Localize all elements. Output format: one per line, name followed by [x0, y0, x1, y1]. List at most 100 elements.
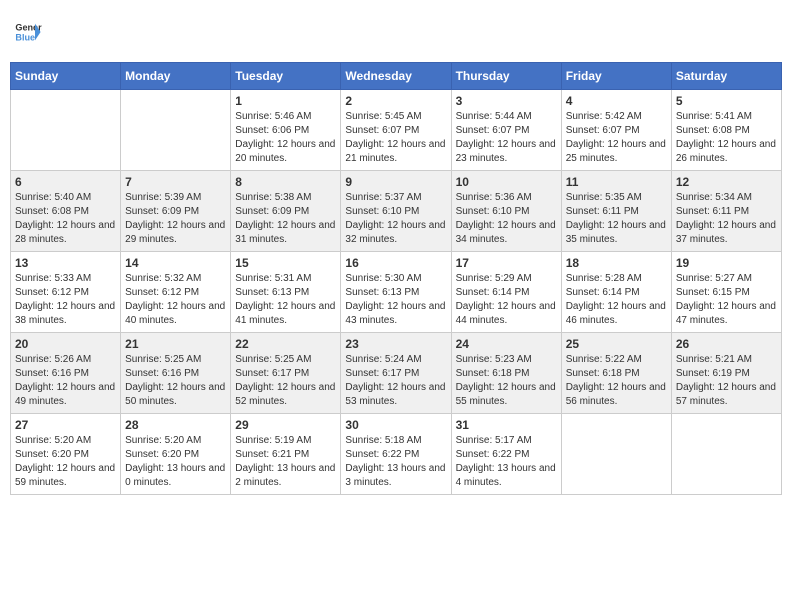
day-number: 19 [676, 256, 777, 270]
cell-content: Sunrise: 5:37 AMSunset: 6:10 PMDaylight:… [345, 191, 446, 247]
calendar-cell [121, 90, 231, 171]
day-number: 5 [676, 94, 777, 108]
day-number: 27 [15, 418, 116, 432]
calendar-cell: 4 Sunrise: 5:42 AMSunset: 6:07 PMDaylight… [561, 90, 671, 171]
day-number: 9 [345, 175, 446, 189]
cell-content: Sunrise: 5:32 AMSunset: 6:12 PMDaylight:… [125, 272, 226, 328]
logo: General Blue [14, 18, 42, 46]
calendar-cell: 1 Sunrise: 5:46 AMSunset: 6:06 PMDaylight… [231, 90, 341, 171]
calendar-cell: 22 Sunrise: 5:25 AMSunset: 6:17 PMDayligh… [231, 333, 341, 414]
cell-content: Sunrise: 5:35 AMSunset: 6:11 PMDaylight:… [566, 191, 667, 247]
cell-content: Sunrise: 5:46 AMSunset: 6:06 PMDaylight:… [235, 110, 336, 166]
day-number: 20 [15, 337, 116, 351]
calendar-cell: 14 Sunrise: 5:32 AMSunset: 6:12 PMDayligh… [121, 252, 231, 333]
cell-content: Sunrise: 5:33 AMSunset: 6:12 PMDaylight:… [15, 272, 116, 328]
day-number: 23 [345, 337, 446, 351]
cell-content: Sunrise: 5:40 AMSunset: 6:08 PMDaylight:… [15, 191, 116, 247]
cell-content: Sunrise: 5:21 AMSunset: 6:19 PMDaylight:… [676, 353, 777, 409]
day-header-wednesday: Wednesday [341, 63, 451, 90]
day-number: 25 [566, 337, 667, 351]
calendar-cell: 24 Sunrise: 5:23 AMSunset: 6:18 PMDayligh… [451, 333, 561, 414]
calendar-cell: 5Sunrise: 5:41 AMSunset: 6:08 PMDaylight… [671, 90, 781, 171]
calendar-cell: 13Sunrise: 5:33 AMSunset: 6:12 PMDayligh… [11, 252, 121, 333]
calendar-cell: 18 Sunrise: 5:28 AMSunset: 6:14 PMDayligh… [561, 252, 671, 333]
day-header-friday: Friday [561, 63, 671, 90]
day-number: 18 [566, 256, 667, 270]
day-number: 7 [125, 175, 226, 189]
day-number: 10 [456, 175, 557, 189]
calendar-cell [11, 90, 121, 171]
cell-content: Sunrise: 5:42 AMSunset: 6:07 PMDaylight:… [566, 110, 667, 166]
calendar-cell: 11 Sunrise: 5:35 AMSunset: 6:11 PMDayligh… [561, 171, 671, 252]
calendar-cell: 19 Sunrise: 5:27 AMSunset: 6:15 PMDayligh… [671, 252, 781, 333]
calendar-cell: 27 Sunrise: 5:20 AMSunset: 6:20 PMDayligh… [11, 414, 121, 495]
day-number: 4 [566, 94, 667, 108]
cell-content: Sunrise: 5:20 AMSunset: 6:20 PMDaylight:… [15, 434, 116, 490]
calendar-cell: 26 Sunrise: 5:21 AMSunset: 6:19 PMDayligh… [671, 333, 781, 414]
cell-content: Sunrise: 5:26 AMSunset: 6:16 PMDaylight:… [15, 353, 116, 409]
calendar-cell: 3 Sunrise: 5:44 AMSunset: 6:07 PMDaylight… [451, 90, 561, 171]
day-number: 11 [566, 175, 667, 189]
day-number: 14 [125, 256, 226, 270]
calendar-cell: 7 Sunrise: 5:39 AMSunset: 6:09 PMDaylight… [121, 171, 231, 252]
day-number: 24 [456, 337, 557, 351]
calendar-cell: 15 Sunrise: 5:31 AMSunset: 6:13 PMDayligh… [231, 252, 341, 333]
day-number: 3 [456, 94, 557, 108]
cell-content: Sunrise: 5:27 AMSunset: 6:15 PMDaylight:… [676, 272, 777, 328]
day-header-saturday: Saturday [671, 63, 781, 90]
day-number: 28 [125, 418, 226, 432]
cell-content: Sunrise: 5:25 AMSunset: 6:17 PMDaylight:… [235, 353, 336, 409]
calendar-cell: 17Sunrise: 5:29 AMSunset: 6:14 PMDayligh… [451, 252, 561, 333]
days-header-row: SundayMondayTuesdayWednesdayThursdayFrid… [11, 63, 782, 90]
calendar-cell [561, 414, 671, 495]
cell-content: Sunrise: 5:44 AMSunset: 6:07 PMDaylight:… [456, 110, 557, 166]
day-number: 22 [235, 337, 336, 351]
calendar-cell: 21 Sunrise: 5:25 AMSunset: 6:16 PMDayligh… [121, 333, 231, 414]
cell-content: Sunrise: 5:17 AMSunset: 6:22 PMDaylight:… [456, 434, 557, 490]
day-number: 31 [456, 418, 557, 432]
calendar-cell: 6 Sunrise: 5:40 AMSunset: 6:08 PMDaylight… [11, 171, 121, 252]
day-number: 26 [676, 337, 777, 351]
day-number: 16 [345, 256, 446, 270]
day-header-thursday: Thursday [451, 63, 561, 90]
cell-content: Sunrise: 5:45 AMSunset: 6:07 PMDaylight:… [345, 110, 446, 166]
day-number: 15 [235, 256, 336, 270]
day-header-sunday: Sunday [11, 63, 121, 90]
calendar-table: SundayMondayTuesdayWednesdayThursdayFrid… [10, 62, 782, 495]
calendar-cell: 23Sunrise: 5:24 AMSunset: 6:17 PMDayligh… [341, 333, 451, 414]
day-number: 2 [345, 94, 446, 108]
calendar-cell: 31 Sunrise: 5:17 AMSunset: 6:22 PMDayligh… [451, 414, 561, 495]
cell-content: Sunrise: 5:31 AMSunset: 6:13 PMDaylight:… [235, 272, 336, 328]
cell-content: Sunrise: 5:39 AMSunset: 6:09 PMDaylight:… [125, 191, 226, 247]
calendar-cell: 20 Sunrise: 5:26 AMSunset: 6:16 PMDayligh… [11, 333, 121, 414]
day-number: 6 [15, 175, 116, 189]
cell-content: Sunrise: 5:18 AMSunset: 6:22 PMDaylight:… [345, 434, 446, 490]
cell-content: Sunrise: 5:22 AMSunset: 6:18 PMDaylight:… [566, 353, 667, 409]
logo-icon: General Blue [14, 18, 42, 46]
cell-content: Sunrise: 5:34 AMSunset: 6:11 PMDaylight:… [676, 191, 777, 247]
day-number: 21 [125, 337, 226, 351]
cell-content: Sunrise: 5:38 AMSunset: 6:09 PMDaylight:… [235, 191, 336, 247]
day-number: 1 [235, 94, 336, 108]
calendar-cell: 12Sunrise: 5:34 AMSunset: 6:11 PMDayligh… [671, 171, 781, 252]
calendar-cell: 16Sunrise: 5:30 AMSunset: 6:13 PMDayligh… [341, 252, 451, 333]
day-header-tuesday: Tuesday [231, 63, 341, 90]
week-row-4: 20 Sunrise: 5:26 AMSunset: 6:16 PMDayligh… [11, 333, 782, 414]
week-row-3: 13Sunrise: 5:33 AMSunset: 6:12 PMDayligh… [11, 252, 782, 333]
day-number: 8 [235, 175, 336, 189]
calendar-cell: 9 Sunrise: 5:37 AMSunset: 6:10 PMDaylight… [341, 171, 451, 252]
calendar-cell: 10 Sunrise: 5:36 AMSunset: 6:10 PMDayligh… [451, 171, 561, 252]
week-row-2: 6 Sunrise: 5:40 AMSunset: 6:08 PMDaylight… [11, 171, 782, 252]
cell-content: Sunrise: 5:25 AMSunset: 6:16 PMDaylight:… [125, 353, 226, 409]
day-header-monday: Monday [121, 63, 231, 90]
day-number: 17 [456, 256, 557, 270]
cell-content: Sunrise: 5:36 AMSunset: 6:10 PMDaylight:… [456, 191, 557, 247]
calendar-cell: 25 Sunrise: 5:22 AMSunset: 6:18 PMDayligh… [561, 333, 671, 414]
calendar-cell: 28 Sunrise: 5:20 AMSunset: 6:20 PMDayligh… [121, 414, 231, 495]
day-number: 30 [345, 418, 446, 432]
calendar-cell: 2 Sunrise: 5:45 AMSunset: 6:07 PMDaylight… [341, 90, 451, 171]
cell-content: Sunrise: 5:28 AMSunset: 6:14 PMDaylight:… [566, 272, 667, 328]
header: General Blue [10, 10, 782, 54]
cell-content: Sunrise: 5:20 AMSunset: 6:20 PMDaylight:… [125, 434, 226, 490]
cell-content: Sunrise: 5:23 AMSunset: 6:18 PMDaylight:… [456, 353, 557, 409]
